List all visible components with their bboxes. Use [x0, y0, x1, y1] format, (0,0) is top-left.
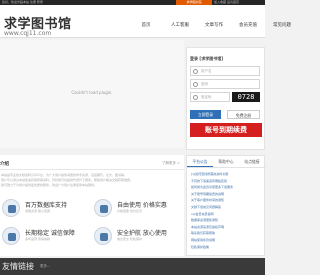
list-item[interactable]: 网站使用条款说明 — [189, 237, 263, 244]
list-item[interactable]: [1]如何查找所需的资料文献 — [189, 171, 263, 178]
nav-item-faq[interactable]: 常见问题 — [265, 19, 299, 33]
password-field[interactable]: 密码 — [190, 79, 260, 89]
list-item[interactable]: 联系我们获取帮助 — [189, 230, 263, 237]
thumbs-up-icon — [2, 227, 20, 245]
footer-title: 友情链接 — [2, 262, 34, 271]
list-item[interactable]: 隐私保护政策 — [189, 244, 263, 251]
list-item[interactable]: 数据库资源更新通知 — [189, 217, 263, 224]
divider — [0, 169, 184, 170]
feature-desc: 多年运营 值得信赖 — [25, 237, 50, 241]
intro-more-link[interactable]: 了解更多 > — [162, 161, 180, 166]
main-nav: 首页 人工客服 文章写作 会员充值 常见问题 — [129, 19, 299, 33]
notice-list: [1]如何查找所需的资料文献 不同的下载渠道有哪些区别 如何成为会员享受更多下载… — [189, 171, 263, 250]
feature-title: 安全护航 放心使用 — [117, 230, 167, 237]
header: 求学图书馆 www.cqj11.com 首页 人工客服 文章写作 会员充值 常见… — [0, 5, 291, 38]
tab-announcements[interactable]: 平台公告 — [187, 156, 213, 167]
monitor-icon — [94, 199, 112, 217]
feature-database: 百万数据库支持 海量资源 随心查阅 — [0, 197, 90, 219]
nav-item-recharge[interactable]: 会员充值 — [231, 19, 265, 33]
feature-desc: 信息安全 隐私保护 — [117, 237, 142, 241]
notice-tabs: 平台公告 帮助中心 站点链接 — [187, 156, 266, 168]
intro-paragraph: 用户可以通过本站快速获取所需资料，同时我们也提供代查代下服务，帮助用户解决文献获… — [1, 178, 134, 182]
tab-help[interactable]: 帮助中心 — [213, 156, 239, 167]
username-field[interactable]: 用户名 — [190, 66, 260, 76]
username-placeholder: 用户名 — [201, 69, 212, 73]
feature-stable: 长期稳定 诚信保障 多年运营 值得信赖 — [0, 225, 90, 247]
footer: 友情链接 更多... — [0, 258, 265, 275]
feature-secure: 安全护航 放心使用 信息安全 隐私保护 — [92, 225, 182, 247]
site-url: www.cqj11.com — [4, 30, 52, 37]
nav-item-service[interactable]: 人工客服 — [163, 19, 197, 33]
user-icon — [193, 69, 198, 74]
intro-heading: 介绍 — [0, 162, 9, 167]
register-button[interactable]: 免费注册 — [227, 110, 260, 119]
lock-icon — [193, 82, 198, 87]
list-item[interactable]: 关于账号到期续费的说明 — [189, 191, 263, 198]
list-item[interactable]: 本站资源来源及版权声明 — [189, 224, 263, 231]
plugin-area: Couldn't load plugin. — [0, 40, 184, 148]
plugin-error-message: Couldn't load plugin. — [71, 90, 113, 95]
footer-more-link[interactable]: 更多... — [40, 264, 50, 269]
shield-icon — [193, 95, 198, 100]
captcha-field[interactable]: 验证码 — [190, 92, 230, 102]
feature-price: 自由使用 价格实惠 价格低廉 性价比高 — [92, 197, 182, 219]
feature-desc: 价格低廉 性价比高 — [117, 209, 142, 213]
intro-paragraph: 我们致力于为用户提供最优质的服务，欢迎广大用户注册使用本站服务。 — [1, 183, 98, 187]
database-icon — [2, 199, 20, 217]
nav-item-home[interactable]: 首页 — [129, 19, 163, 33]
list-item[interactable]: vip会员充值说明 — [189, 211, 263, 218]
intro-section: 介绍 了解更多 > 本站是专业的文献资料分享平台，为广大用户提供海量的学术资源，… — [0, 155, 184, 256]
tab-links[interactable]: 站点链接 — [239, 156, 265, 167]
notice-panel: 平台公告 帮助中心 站点链接 [1]如何查找所需的资料文献 不同的下载渠道有哪些… — [186, 155, 266, 256]
feature-title: 长期稳定 诚信保障 — [25, 230, 75, 237]
list-item[interactable]: 关于客户服务时间的通知 — [189, 197, 263, 204]
login-panel: 登录 [求学图书馆] 用户名 密码 验证码 0728 立即登录 免费注册 账号到… — [186, 47, 265, 150]
password-placeholder: 密码 — [201, 82, 208, 86]
list-item[interactable]: 文献下载常见问题解答 — [189, 204, 263, 211]
login-button[interactable]: 立即登录 — [190, 110, 221, 119]
captcha-placeholder: 验证码 — [201, 95, 212, 99]
captcha-image[interactable]: 0728 — [232, 92, 260, 102]
shield-icon — [94, 227, 112, 245]
list-item[interactable]: 不同的下载渠道有哪些区别 — [189, 178, 263, 185]
renew-banner[interactable]: 账号到期续费 — [190, 123, 262, 137]
login-title: 登录 [求学图书馆] — [190, 56, 224, 61]
feature-title: 自由使用 价格实惠 — [117, 202, 167, 209]
page: 您好，欢迎光临本站 注册 登录 求学图书馆 加入收藏 设为首页 求学图书馆 ww… — [0, 0, 291, 275]
intro-paragraph: 本站是专业的文献资料分享平台，为广大用户提供海量的学术资源，包括期刊、论文、图书… — [1, 173, 128, 177]
feature-title: 百万数据库支持 — [25, 202, 68, 209]
list-item[interactable]: 如何成为会员享受更多下载服务 — [189, 184, 263, 191]
feature-desc: 海量资源 随心查阅 — [25, 209, 50, 213]
nav-item-writing[interactable]: 文章写作 — [197, 19, 231, 33]
